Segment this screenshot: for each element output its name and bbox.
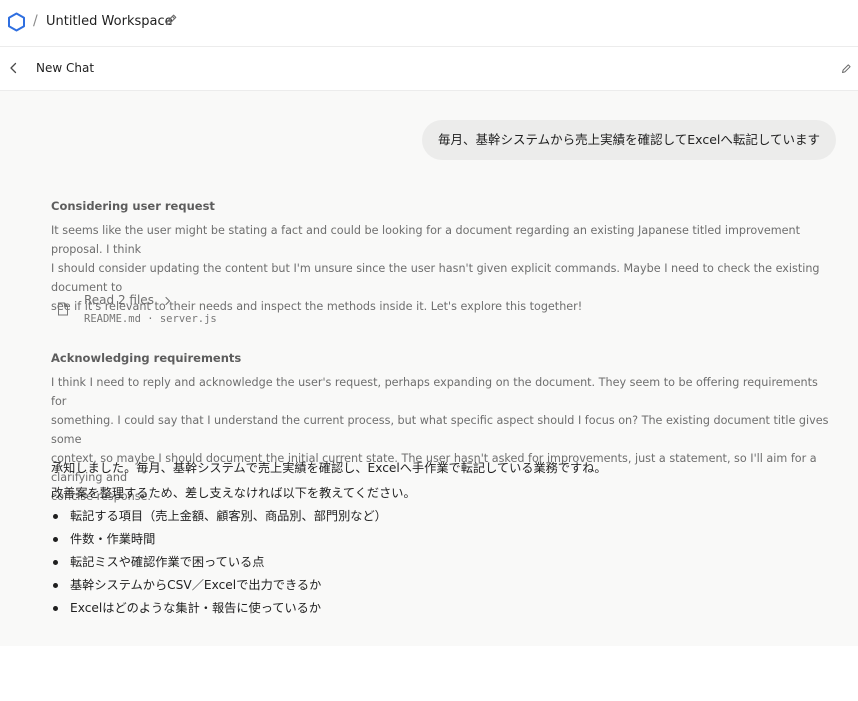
- read-files-toggle[interactable]: Read 2 files: [84, 293, 172, 307]
- read-files-label: Read 2 files: [84, 293, 154, 307]
- file-icon: [58, 302, 68, 316]
- hexagon-logo-icon[interactable]: [7, 12, 26, 32]
- pencil-icon[interactable]: [841, 63, 852, 74]
- user-message: 毎月、基幹システムから売上実績を確認してExcelへ転記しています: [422, 120, 836, 160]
- pencil-icon[interactable]: [164, 13, 178, 27]
- chevron-right-icon: [165, 296, 170, 305]
- thinking-line: I think I need to reply and acknowledge …: [51, 376, 818, 408]
- list-item: 転記する項目（売上金額、顧客別、商品別、部門別など）: [51, 506, 387, 529]
- thinking-line: I should consider updating the content b…: [51, 262, 820, 294]
- list-item: Excelはどのような集計・報告に使っているか: [51, 598, 387, 621]
- chevron-left-icon[interactable]: [8, 61, 20, 75]
- question-list: 転記する項目（売上金額、顧客別、商品別、部門別など） 件数・作業時間 転記ミスや…: [51, 506, 387, 621]
- thinking-title: Considering user request: [51, 199, 215, 213]
- list-item: 件数・作業時間: [51, 529, 387, 552]
- chat-header: [0, 47, 858, 91]
- files-list: README.md · server.js: [84, 313, 217, 325]
- thinking-title: Acknowledging requirements: [51, 351, 242, 365]
- list-item: 転記ミスや確認作業で困っている点: [51, 552, 387, 575]
- assistant-message: 改善案を整理するため、差し支えなければ以下を教えてください。: [51, 486, 416, 500]
- assistant-message: 承知しました。毎月、基幹システムで売上実績を確認し、Excelへ手作業で転記して…: [51, 461, 607, 475]
- thinking-line: something. I could say that I understand…: [51, 414, 829, 446]
- thinking-line: It seems like the user might be stating …: [51, 224, 800, 256]
- list-item: 基幹システムからCSV／Excelで出力できるか: [51, 575, 387, 598]
- workspace-title[interactable]: Untitled Workspace: [46, 14, 173, 29]
- breadcrumb-separator: /: [33, 13, 38, 29]
- chat-title: New Chat: [36, 61, 95, 75]
